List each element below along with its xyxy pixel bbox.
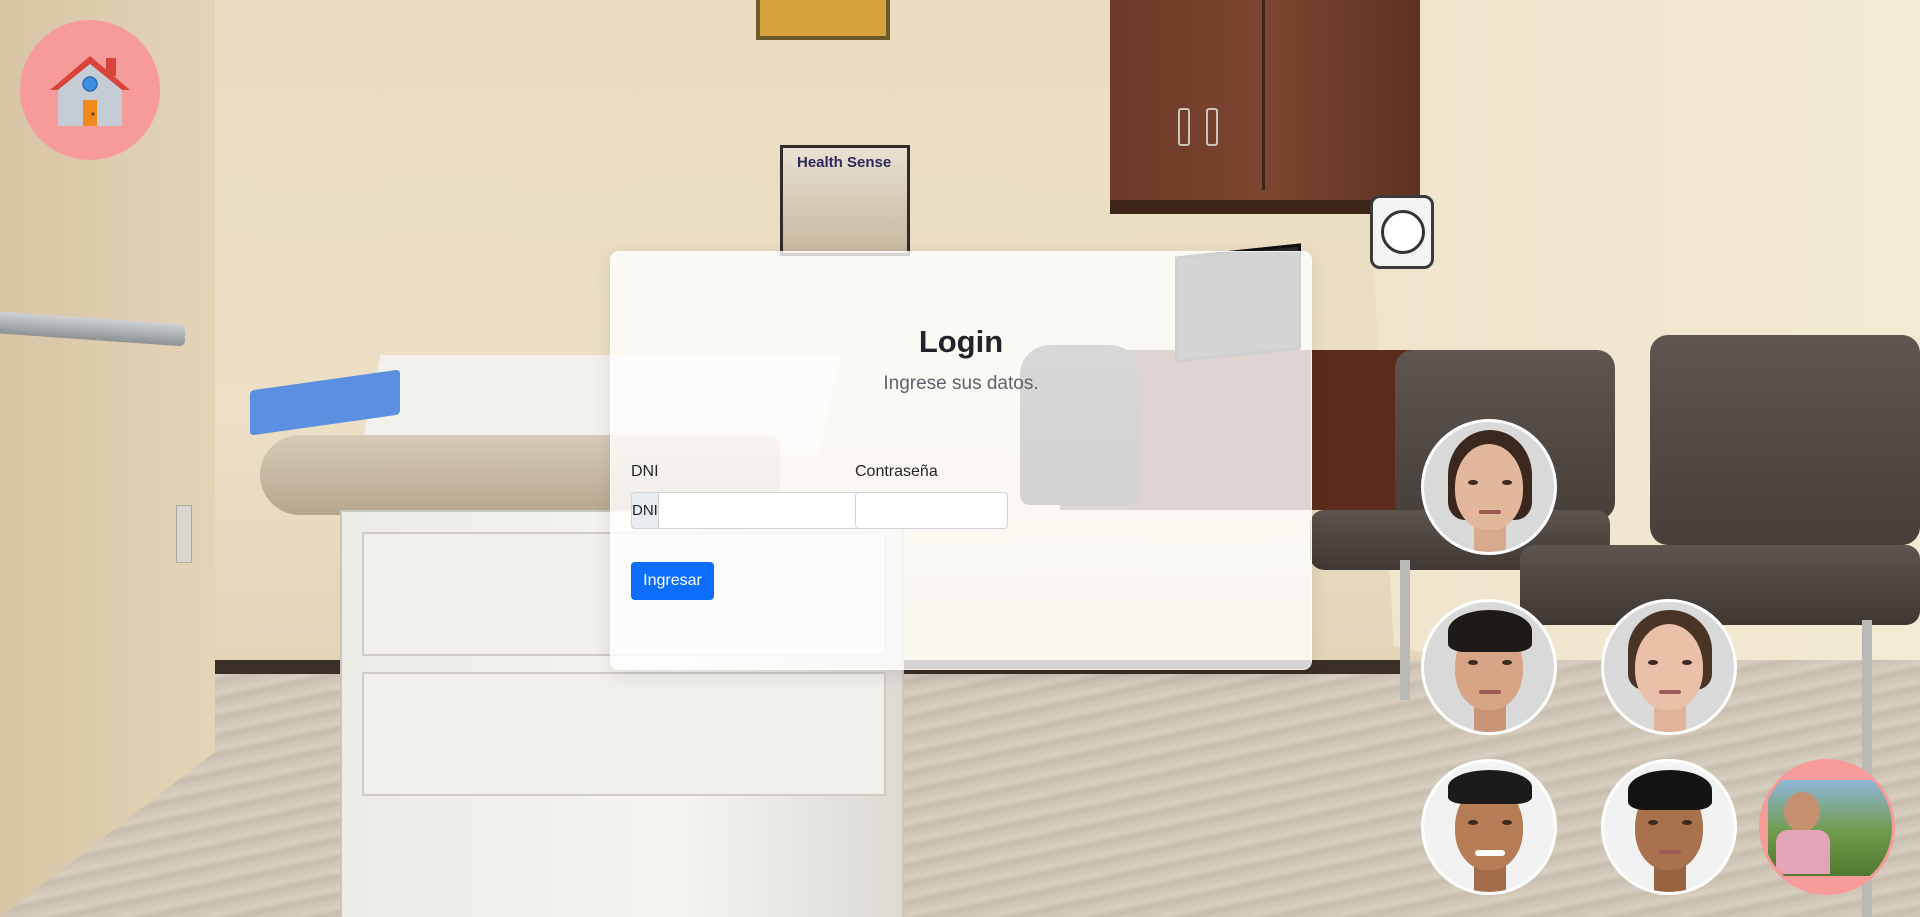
- avatar-woman-2[interactable]: [1601, 599, 1737, 735]
- avatar-eye: [1468, 820, 1478, 825]
- login-title: Login: [918, 324, 1004, 359]
- avatar-eye: [1468, 660, 1478, 665]
- avatar-man-2[interactable]: [1421, 759, 1557, 895]
- avatar-shirt: [1776, 830, 1830, 874]
- blood-pressure-gauge: [1370, 195, 1434, 269]
- login-card: Login Ingrese sus datos. DNI DNI Contras…: [610, 251, 1312, 670]
- cabinet-divider: [1262, 0, 1265, 190]
- wall-picture: [756, 0, 890, 40]
- avatar-eye: [1468, 480, 1478, 485]
- avatar-eye: [1502, 480, 1512, 485]
- brochure-holder: Health Sense: [780, 145, 910, 256]
- avatar-hair: [1628, 770, 1712, 810]
- exam-table-drawer: [362, 672, 886, 796]
- chair-leg: [1400, 560, 1410, 700]
- avatar-man-3[interactable]: [1601, 759, 1737, 895]
- avatar-hair: [1448, 770, 1532, 804]
- waiting-chair: [1650, 335, 1920, 545]
- avatar-face: [1455, 444, 1523, 530]
- avatar-mouth: [1659, 690, 1681, 694]
- avatar-eye: [1682, 660, 1692, 665]
- avatar-hair: [1448, 610, 1532, 652]
- avatar-mouth: [1475, 850, 1505, 856]
- avatar-face: [1635, 624, 1703, 710]
- avatar-eye: [1648, 660, 1658, 665]
- cabinet-handle: [1206, 108, 1218, 146]
- login-subtitle: Ingrese sus datos.: [883, 373, 1039, 394]
- wall-outlet: [176, 505, 192, 563]
- avatar-eye: [1648, 820, 1658, 825]
- password-input[interactable]: [855, 492, 1008, 529]
- waiting-chair-seat: [1520, 545, 1920, 625]
- avatar-eye: [1502, 820, 1512, 825]
- dni-addon: DNI: [631, 492, 658, 529]
- home-button[interactable]: [20, 20, 160, 160]
- avatar-mouth: [1479, 510, 1501, 514]
- avatar-man-1[interactable]: [1421, 599, 1557, 735]
- brochure-text: Health Sense: [797, 154, 892, 171]
- avatar-photo-outdoor[interactable]: [1759, 759, 1895, 895]
- avatar-mouth: [1659, 850, 1681, 854]
- avatar-eye: [1502, 660, 1512, 665]
- avatar-eye: [1682, 820, 1692, 825]
- dni-label: DNI: [631, 463, 659, 480]
- avatar-woman-1[interactable]: [1421, 419, 1557, 555]
- wall-cabinet: [1110, 0, 1420, 214]
- submit-button[interactable]: Ingresar: [631, 562, 714, 600]
- password-label: Contraseña: [855, 463, 938, 480]
- avatar-face: [1784, 792, 1820, 832]
- cabinet-handle: [1178, 108, 1190, 146]
- dni-input-group: DNI: [631, 492, 879, 529]
- house-icon: [50, 56, 130, 126]
- avatar-mouth: [1479, 690, 1501, 694]
- dni-input[interactable]: [657, 492, 879, 529]
